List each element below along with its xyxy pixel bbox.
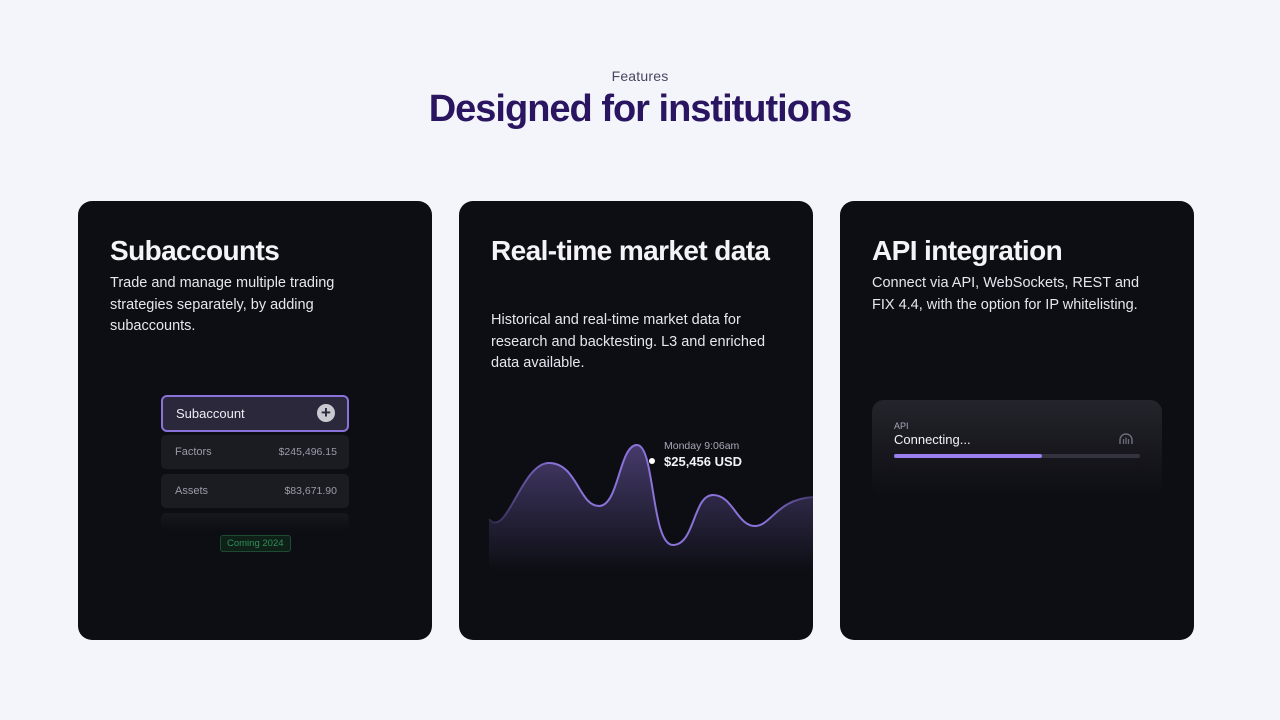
card-title: API integration	[872, 235, 1063, 266]
api-card: API integration Connect via API, WebSock…	[840, 201, 1194, 640]
features-section: Features Designed for institutions Subac…	[0, 0, 1280, 720]
api-label: API	[894, 421, 909, 431]
add-subaccount-icon[interactable]: +	[317, 404, 335, 422]
subaccount-row-label: Factors	[175, 446, 212, 458]
chart-area	[489, 445, 813, 571]
section-header: Features Designed for institutions	[0, 68, 1280, 131]
api-status-text: Connecting...	[894, 432, 971, 447]
card-description: Trade and manage multiple trading strate…	[110, 275, 335, 334]
subaccount-header-label: Subaccount	[176, 406, 245, 421]
chart-tooltip-value: $25,456 USD	[664, 454, 743, 469]
subaccount-row-value: $83,671.90	[284, 485, 337, 497]
connection-progress-bar	[894, 454, 1140, 458]
subaccount-row[interactable]: Assets $83,671.90	[161, 474, 349, 508]
card-description: Connect via API, WebSockets, REST and FI…	[872, 275, 1140, 313]
subaccount-row-faded	[161, 513, 349, 531]
market-chart	[488, 443, 813, 571]
subaccounts-card: Subaccounts Trade and manage multiple tr…	[78, 201, 432, 640]
subaccount-row-label: Assets	[175, 485, 209, 497]
subaccount-row[interactable]: Factors $245,496.15	[161, 435, 349, 469]
section-title: Designed for institutions	[428, 88, 853, 130]
connection-progress-fill	[894, 454, 1042, 458]
dome-icon	[1119, 433, 1133, 444]
api-status-panel: API Connecting...	[872, 400, 1162, 496]
market-data-card: Real-time market data Historical and rea…	[459, 201, 813, 640]
subaccount-header[interactable]: Subaccount +	[161, 395, 349, 432]
card-title: Subaccounts	[110, 235, 280, 266]
chart-point-marker	[649, 458, 655, 464]
subaccount-row-value: $245,496.15	[278, 446, 337, 458]
chart-tooltip-date: Monday 9:06am	[664, 440, 740, 452]
section-eyebrow: Features	[611, 68, 669, 84]
coming-soon-badge: Coming 2024	[220, 535, 291, 552]
